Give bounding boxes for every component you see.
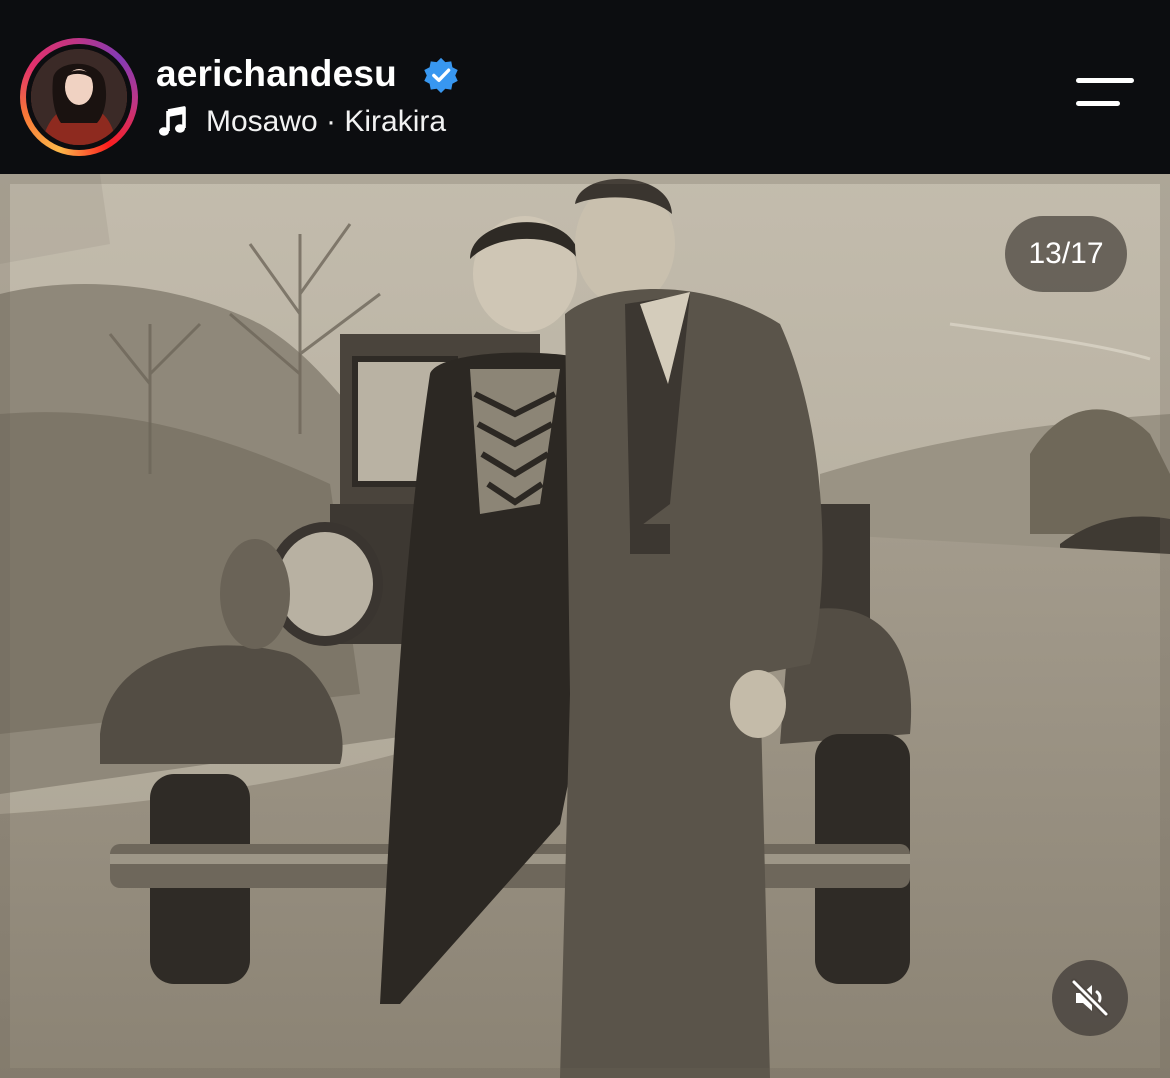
verified-badge-icon — [424, 57, 458, 94]
music-note-icon — [159, 106, 186, 136]
speaker-muted-icon — [1070, 978, 1110, 1018]
avatar-image — [31, 49, 127, 145]
sepia-photo — [0, 174, 1170, 1078]
username[interactable]: aerichandesu — [156, 52, 397, 96]
post-header: aerichandesu Mosawo · Kirakira — [0, 0, 1170, 174]
audio-track-label[interactable]: Mosawo · Kirakira — [206, 102, 446, 142]
story-ring[interactable] — [20, 38, 138, 156]
mute-button[interactable] — [1052, 960, 1128, 1036]
profile-avatar[interactable] — [31, 49, 127, 145]
carousel-position-badge: 13/17 — [1005, 216, 1127, 292]
menu-icon[interactable] — [1072, 74, 1136, 114]
post-photo[interactable]: 13/17 — [0, 174, 1170, 1078]
